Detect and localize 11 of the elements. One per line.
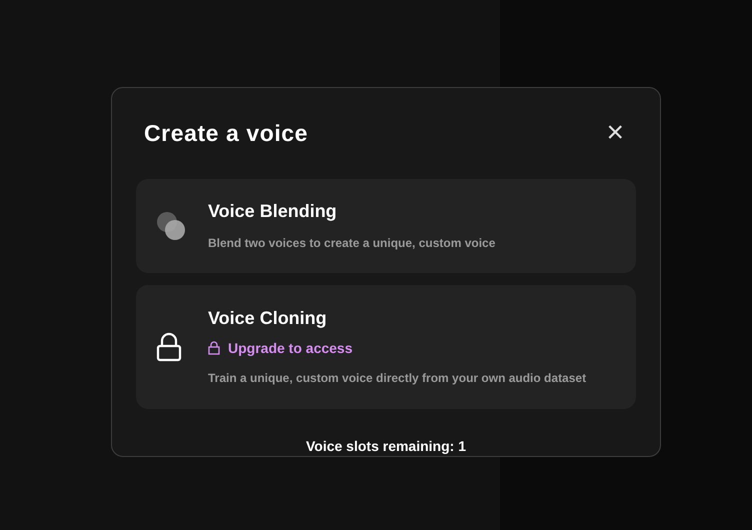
option-card[interactable]: Voice Blending Blend two voices to create a unique, custom voice	[136, 178, 636, 273]
dialog-title: Create a voice	[144, 119, 308, 148]
option-title: Voice Blending	[208, 200, 338, 222]
option-description: Train a unique, custom voice directly from your own audio dataset	[208, 370, 586, 386]
close-button[interactable]: ×	[606, 118, 624, 148]
lock-icon	[156, 332, 182, 362]
slots-remaining-text: Voice slots remaining: 1	[306, 436, 466, 456]
option-title: Voice Cloning	[208, 307, 328, 330]
overlapping-circles-icon	[156, 210, 186, 241]
lock-icon	[208, 341, 220, 355]
option-description: Blend two voices to create a unique, custom voice	[208, 235, 496, 252]
